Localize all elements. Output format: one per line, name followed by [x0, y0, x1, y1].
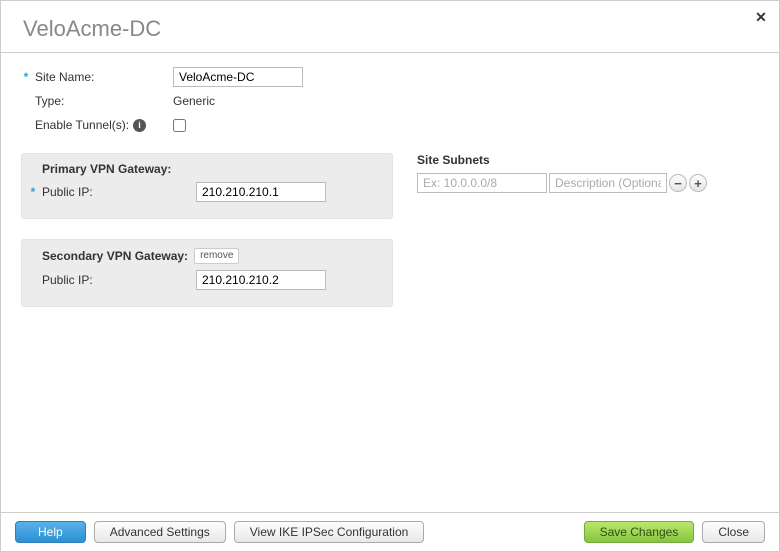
type-value: Generic: [173, 94, 215, 108]
site-name-label: Site Name:: [35, 70, 94, 84]
primary-ip-row: * Public IP:: [22, 182, 384, 202]
gateways-column: Primary VPN Gateway: * Public IP:: [21, 153, 393, 327]
help-button[interactable]: Help: [15, 521, 86, 543]
site-name-input[interactable]: [173, 67, 303, 87]
enable-tunnels-row: Enable Tunnel(s): i: [21, 115, 759, 135]
required-asterisk-icon: *: [21, 70, 31, 84]
remove-subnet-button[interactable]: −: [669, 174, 687, 192]
secondary-ip-input[interactable]: [196, 270, 326, 290]
advanced-settings-button[interactable]: Advanced Settings: [94, 521, 226, 543]
subnet-ip-input[interactable]: [417, 173, 547, 193]
required-asterisk-icon: *: [28, 185, 38, 199]
remove-secondary-button[interactable]: remove: [194, 248, 239, 264]
subnets-column: Site Subnets − +: [417, 153, 759, 193]
enable-tunnels-checkbox[interactable]: [173, 119, 186, 132]
secondary-ip-label: Public IP:: [42, 273, 93, 287]
info-icon[interactable]: i: [133, 119, 146, 132]
add-subnet-button[interactable]: +: [689, 174, 707, 192]
close-button[interactable]: Close: [702, 521, 765, 543]
two-column-area: Primary VPN Gateway: * Public IP:: [21, 153, 759, 327]
primary-ip-input[interactable]: [196, 182, 326, 202]
content-area: * Site Name: Type: Generic Enable Tunnel…: [1, 53, 779, 512]
primary-gateway-title: Primary VPN Gateway:: [42, 162, 171, 176]
type-row: Type: Generic: [21, 91, 759, 111]
view-ike-button[interactable]: View IKE IPSec Configuration: [234, 521, 425, 543]
dialog: VeloAcme-DC ✕ * Site Name: Type: Generic: [0, 0, 780, 552]
subnet-row: − +: [417, 173, 759, 193]
secondary-ip-row: Public IP:: [22, 270, 384, 290]
secondary-gateway-title: Secondary VPN Gateway:: [42, 249, 188, 263]
subnet-desc-input[interactable]: [549, 173, 667, 193]
primary-ip-label: Public IP:: [42, 185, 93, 199]
save-button[interactable]: Save Changes: [584, 521, 695, 543]
type-label: Type:: [35, 94, 64, 108]
primary-gateway-panel: Primary VPN Gateway: * Public IP:: [21, 153, 393, 219]
page-title: VeloAcme-DC: [23, 16, 759, 42]
site-name-row: * Site Name:: [21, 67, 759, 87]
titlebar: VeloAcme-DC ✕: [1, 1, 779, 53]
subnets-title: Site Subnets: [417, 153, 759, 167]
close-icon[interactable]: ✕: [753, 9, 769, 25]
secondary-gateway-panel: Secondary VPN Gateway: remove Public IP:: [21, 239, 393, 307]
footer-bar: Help Advanced Settings View IKE IPSec Co…: [1, 512, 779, 551]
enable-tunnels-label: Enable Tunnel(s):: [35, 118, 129, 132]
